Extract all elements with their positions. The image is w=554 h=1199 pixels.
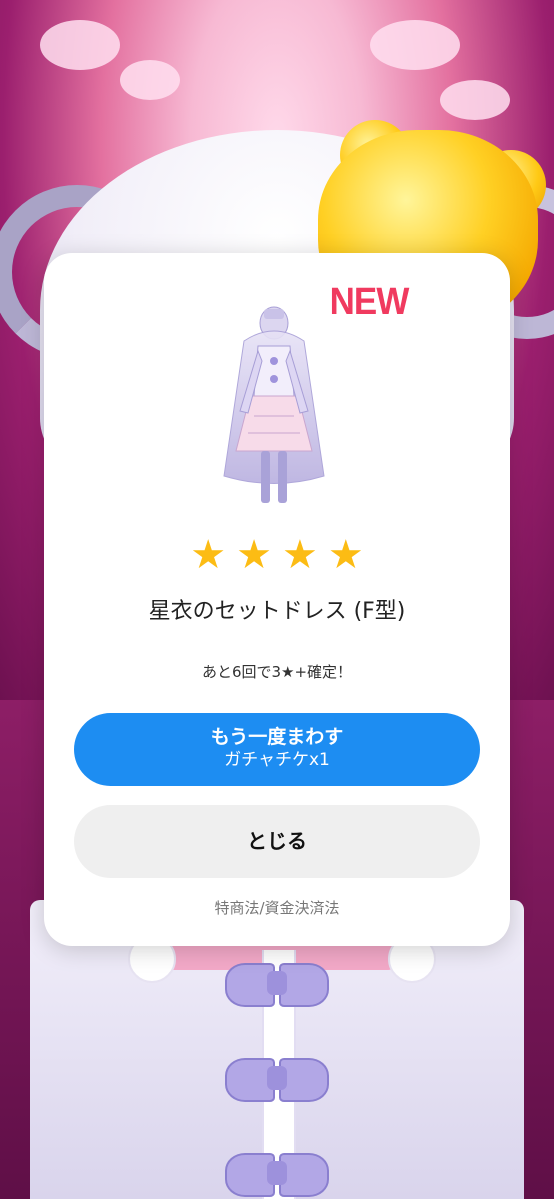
gown-bow (225, 955, 329, 1013)
legal-notice-link[interactable]: 特商法/資金決済法 (44, 897, 510, 918)
close-button[interactable]: とじる (74, 805, 480, 878)
sakura-petals (40, 20, 120, 70)
spin-again-button[interactable]: もう一度まわす ガチャチケx1 (74, 713, 480, 786)
pity-counter-text: あと6回で3★+確定！ (201, 663, 353, 681)
star-icon: ★ (327, 532, 364, 578)
gacha-result-modal: NEW ★ ★ ★ ★ 星衣のセットドレス (F型) あと6回で3★+確定！ も… (44, 253, 510, 946)
spin-again-label: もう一度まわす (210, 726, 344, 748)
dress-item-image (223, 306, 325, 503)
rarity-stars: ★ ★ ★ ★ (44, 533, 510, 577)
sakura-petals (440, 80, 510, 120)
star-icon: ★ (190, 532, 227, 578)
star-icon: ★ (282, 532, 318, 578)
sakura-petals (120, 60, 180, 100)
new-badge: NEW (329, 281, 410, 323)
star-icon: ★ (236, 532, 272, 578)
gown-bow (225, 1145, 329, 1199)
spin-again-cost: ガチャチケx1 (224, 750, 330, 770)
sakura-petals (370, 20, 460, 70)
item-name: 星衣のセットドレス (F型) (148, 599, 406, 624)
gown-bow (225, 1050, 329, 1108)
